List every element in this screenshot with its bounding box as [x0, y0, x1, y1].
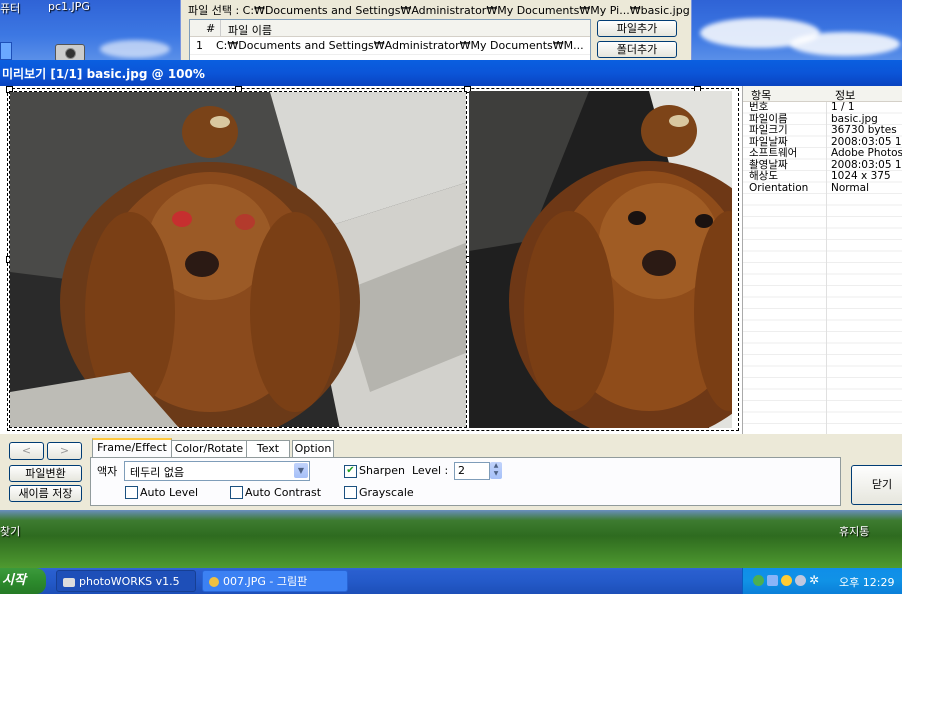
tab-text[interactable]: Text [246, 440, 290, 457]
info-rows: 번호 1 / 1 파일이름 basic.jpg 파일크기 36730 bytes 파일… [743, 101, 902, 195]
prev-button[interactable]: < [9, 442, 44, 460]
sharpen-label[interactable]: Sharpen [359, 464, 405, 477]
grayscale-checkbox[interactable] [344, 486, 357, 499]
info-value: 36730 bytes [831, 124, 897, 136]
grayscale-label[interactable]: Grayscale [359, 486, 414, 499]
folder-icon[interactable] [0, 42, 12, 60]
info-key: 해상도 [749, 170, 778, 182]
tab-option[interactable]: Option [292, 440, 334, 457]
info-key: Orientation [749, 181, 809, 194]
file-select-window: 파일 선택 : C:₩Documents and Settings₩Admini… [180, 0, 692, 61]
table-row[interactable]: 1 C:₩Documents and Settings₩Administrato… [190, 37, 590, 55]
frame-effect-panel: 액자 테두리 없음 ▼ Auto Level Auto Contrast ✔ S… [90, 457, 841, 506]
taskbar-item-label: 007.JPG - 그림판 [223, 575, 308, 588]
list-item[interactable]: Orientation Normal [743, 181, 902, 195]
system-tray: ✲ 오후 12:29 [742, 568, 902, 594]
dog-photo-processed [469, 91, 732, 428]
row-path: C:₩Documents and Settings₩Administrator₩… [216, 39, 584, 52]
tray-security-icon[interactable] [781, 575, 792, 586]
tray-sync-icon[interactable] [795, 575, 806, 586]
tray-network-icon[interactable] [753, 575, 764, 586]
file-select-label: 파일 선택 : C:₩Documents and Settings₩Admini… [188, 4, 690, 17]
info-value: Adobe Photos [831, 147, 902, 159]
auto-level-label[interactable]: Auto Level [140, 486, 198, 499]
desktop-icon-label-search[interactable]: 찾기 [0, 523, 20, 539]
add-file-button[interactable]: 파일추가 [597, 20, 677, 37]
column-header-number[interactable]: # [206, 22, 215, 35]
auto-contrast-label[interactable]: Auto Contrast [245, 486, 321, 499]
clock[interactable]: 오후 12:29 [839, 574, 894, 590]
info-header: 항목 정보 [743, 86, 902, 102]
sharpen-checkbox[interactable]: ✔ [344, 465, 357, 478]
info-value: 1 / 1 [831, 101, 855, 113]
file-list[interactable]: # 파일 이름 1 C:₩Documents and Settings₩Admi… [189, 19, 591, 61]
frame-label: 액자 [97, 465, 118, 478]
info-key: 번호 [749, 101, 769, 113]
save-as-button[interactable]: 새이름 저장 [9, 485, 82, 502]
info-value: Normal [831, 181, 869, 194]
control-panel: < > 파일변환 새이름 저장 Frame/Effect Color/Rotat… [0, 434, 902, 510]
image-info-panel[interactable]: 항목 정보 번호 1 / 1 파일이름 basic.jpg 파일크기 36730 by… [742, 86, 902, 434]
tray-settings-icon[interactable]: ✲ [809, 573, 819, 587]
desktop-screen: 퓨터 pc1.JPG 파일 선택 : C:₩Documents and Sett… [0, 0, 902, 594]
auto-level-checkbox[interactable] [125, 486, 138, 499]
window-title: 미리보기 [1/1] basic.jpg @ 100% [2, 67, 205, 81]
tab-frame-effect[interactable]: Frame/Effect [92, 438, 172, 459]
frame-select-value: 테두리 없음 [130, 466, 185, 479]
column-header-filename[interactable]: 파일 이름 [228, 22, 272, 38]
spin-up-down-icon[interactable]: ▲ ▼ [490, 462, 502, 479]
info-value: 2008:03:05 11: [831, 158, 902, 171]
taskbar-item-photoworks[interactable]: photoWORKS v1.5 [56, 570, 196, 592]
chevron-down-icon[interactable]: ▼ [294, 463, 308, 478]
tab-color-rotate[interactable]: Color/Rotate [171, 440, 247, 457]
info-key: 소프트웨어 [749, 147, 798, 159]
desktop-background-bottom: 찾기 휴지통 [0, 510, 902, 568]
taskbar-item-paint[interactable]: 007.JPG - 그림판 [202, 570, 348, 592]
image-preview-pane[interactable] [0, 86, 742, 434]
info-key: 파일이름 [749, 112, 788, 125]
desktop-icon-label-computer[interactable]: 퓨터 [0, 0, 20, 16]
taskbar-item-label: photoWORKS v1.5 [79, 575, 180, 588]
dog-photo-original [10, 92, 466, 427]
info-key: 파일크기 [749, 124, 788, 136]
next-button[interactable]: > [47, 442, 82, 460]
taskbar: 시작 photoWORKS v1.5 007.JPG - 그림판 ✲ 오후 12… [0, 568, 902, 594]
info-value: 1024 x 375 [831, 170, 891, 182]
desktop-icon-label-recycle-bin[interactable]: 휴지통 [839, 523, 869, 539]
preview-main-area: 항목 정보 번호 1 / 1 파일이름 basic.jpg 파일크기 36730 by… [0, 86, 902, 434]
row-number: 1 [196, 39, 203, 52]
frame-select[interactable]: 테두리 없음 ▼ [124, 461, 310, 481]
convert-file-button[interactable]: 파일변환 [9, 465, 82, 482]
info-value: 2008:03:05 11: [831, 135, 902, 148]
close-button[interactable]: 닫기 [851, 465, 902, 505]
paint-icon [209, 577, 219, 587]
original-image [9, 91, 467, 428]
camera-icon [63, 577, 75, 587]
desktop-icon-label-pc1[interactable]: pc1.JPG [48, 0, 90, 13]
processed-image [469, 91, 732, 428]
preview-title-bar[interactable]: 미리보기 [1/1] basic.jpg @ 100% [0, 60, 902, 86]
level-spinner[interactable]: 2 [454, 462, 490, 480]
file-list-header: # 파일 이름 [190, 20, 590, 37]
info-key: 촬영날짜 [749, 158, 788, 171]
start-button[interactable]: 시작 [0, 568, 46, 594]
level-value: 2 [458, 464, 465, 477]
info-key: 파일날짜 [749, 135, 788, 148]
tray-app-icon[interactable] [767, 575, 778, 586]
info-value: basic.jpg [831, 112, 878, 125]
add-folder-button[interactable]: 폴더추가 [597, 41, 677, 58]
auto-contrast-checkbox[interactable] [230, 486, 243, 499]
level-label: Level : [412, 464, 449, 477]
